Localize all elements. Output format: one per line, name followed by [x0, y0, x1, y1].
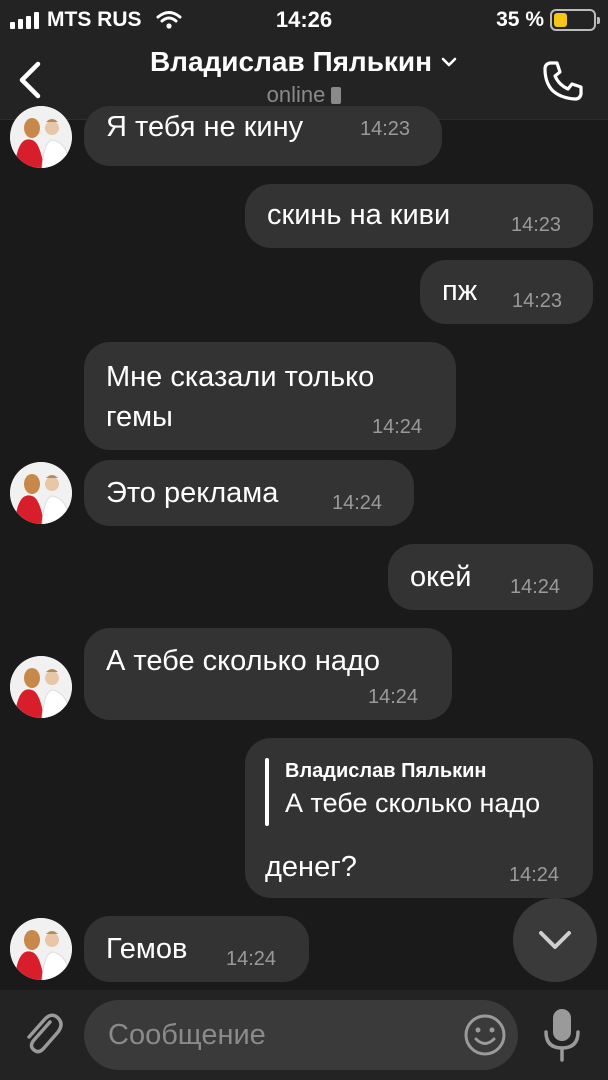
- message-time: 14:24: [509, 864, 560, 886]
- message-time: 14:24: [368, 686, 419, 708]
- composer-bar: [0, 990, 608, 1080]
- message-bubble[interactable]: Это реклама 14:24: [84, 460, 414, 526]
- message-bubble[interactable]: окей 14:24: [388, 544, 593, 610]
- contact-avatar[interactable]: [10, 106, 72, 168]
- status-bar: MTS RUS 14:26 35 %: [0, 0, 608, 40]
- contact-info[interactable]: Владислав Пялькин online: [0, 46, 608, 108]
- reply-quoted-text: А тебе сколько надо: [285, 788, 541, 818]
- microphone-icon[interactable]: [540, 1006, 584, 1064]
- message-bubble[interactable]: Мне сказали только гемы 14:24: [84, 342, 456, 450]
- message-bubble[interactable]: пж 14:23: [420, 260, 593, 324]
- contact-avatar[interactable]: [10, 656, 72, 718]
- battery-group: 35 %: [496, 8, 600, 32]
- scroll-to-bottom-button[interactable]: [513, 898, 597, 982]
- message-time: 14:23: [360, 118, 411, 140]
- message-text-line-2: гемы: [106, 401, 173, 433]
- contact-avatar[interactable]: [10, 918, 72, 980]
- message-time: 14:24: [226, 948, 277, 970]
- reply-author: Владислав Пялькин: [285, 760, 487, 782]
- message-bubble[interactable]: Гемов 14:24: [84, 916, 309, 982]
- message-text: скинь на киви: [267, 199, 451, 231]
- online-status: online: [267, 82, 342, 108]
- message-time: 14:24: [372, 416, 423, 438]
- message-list[interactable]: Я тебя не кину 14:23 скинь на киви 14:23…: [0, 106, 608, 990]
- message-time: 14:24: [510, 576, 561, 598]
- message-text: Я тебя не кину: [106, 111, 304, 143]
- reply-quote-bar: [265, 758, 269, 826]
- message-text: денег?: [265, 851, 357, 883]
- phone-icon[interactable]: [540, 58, 586, 104]
- battery-fill: [554, 13, 568, 27]
- battery-percent: 35 %: [496, 8, 544, 31]
- message-text: А тебе сколько надо: [106, 645, 381, 677]
- paperclip-icon[interactable]: [20, 1008, 66, 1058]
- message-text: пж: [442, 275, 478, 307]
- message-time: 14:24: [332, 492, 383, 514]
- contact-avatar[interactable]: [10, 462, 72, 524]
- battery-icon: [550, 9, 600, 31]
- message-bubble[interactable]: А тебе сколько надо 14:24: [84, 628, 452, 720]
- message-bubble[interactable]: Я тебя не кину 14:23: [84, 106, 442, 166]
- message-input-container[interactable]: [84, 1000, 518, 1070]
- contact-name[interactable]: Владислав Пялькин: [150, 46, 458, 78]
- message-time: 14:23: [511, 214, 562, 236]
- mobile-device-icon: [331, 86, 342, 104]
- message-text: Гемов: [106, 933, 188, 965]
- reply-message-bubble[interactable]: Владислав Пялькин А тебе сколько надо де…: [245, 738, 593, 898]
- message-input[interactable]: [108, 1014, 448, 1056]
- message-text-line-1: Мне сказали только: [106, 361, 375, 393]
- smiley-icon[interactable]: [462, 1012, 508, 1058]
- chat-screen: MTS RUS 14:26 35 % Владислав Пялькин onl…: [0, 0, 608, 1080]
- message-text: окей: [410, 561, 472, 593]
- message-bubble[interactable]: скинь на киви 14:23: [245, 184, 593, 248]
- contact-name-text: Владислав Пялькин: [149, 46, 433, 77]
- chevron-down-icon: [441, 57, 457, 67]
- chevron-down-icon: [539, 931, 571, 949]
- message-time: 14:23: [512, 290, 563, 312]
- online-status-text: online: [266, 82, 326, 107]
- message-text: Это реклама: [106, 477, 279, 509]
